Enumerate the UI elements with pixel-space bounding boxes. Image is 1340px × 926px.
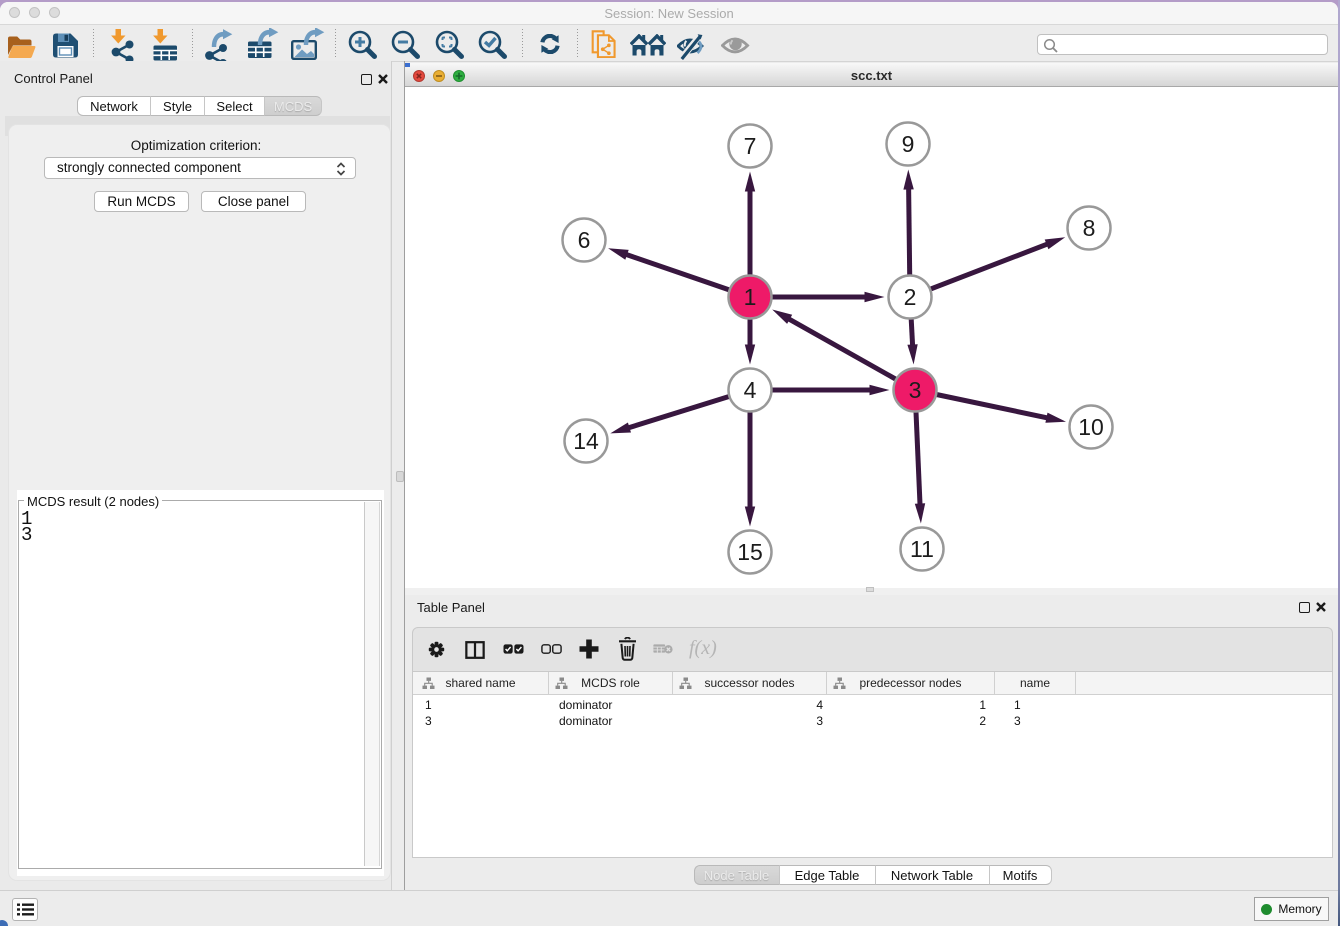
svg-text:4: 4: [744, 377, 757, 403]
svg-text:6: 6: [578, 227, 591, 253]
svg-text:14: 14: [573, 428, 599, 454]
svg-text:10: 10: [1078, 414, 1104, 440]
svg-text:1: 1: [744, 284, 757, 310]
svg-text:15: 15: [737, 539, 763, 565]
svg-text:8: 8: [1083, 215, 1096, 241]
svg-text:9: 9: [902, 131, 915, 157]
svg-text:3: 3: [909, 377, 922, 403]
svg-text:11: 11: [910, 536, 934, 562]
svg-text:2: 2: [904, 284, 917, 310]
svg-text:7: 7: [744, 133, 757, 159]
